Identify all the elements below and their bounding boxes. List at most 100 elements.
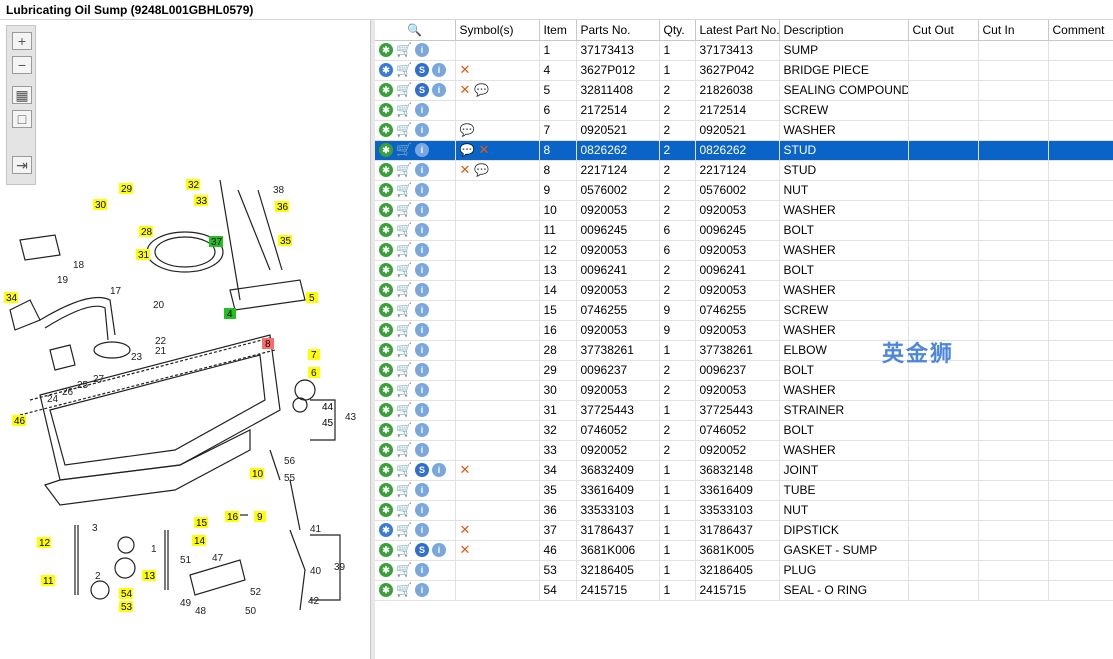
cart-icon[interactable]: 🛒 [396, 43, 412, 57]
cell-comment[interactable] [1048, 360, 1113, 381]
info-icon[interactable]: i [415, 323, 429, 337]
info-icon[interactable]: i [415, 123, 429, 137]
cart-icon[interactable]: 🛒 [396, 503, 412, 517]
table-row[interactable]: ✱ 🛒 i 28 37738261 1 37738261 ELBOW [375, 340, 1113, 361]
comment-bubble-icon[interactable]: 💬 [460, 123, 475, 137]
gear-icon[interactable]: ✱ [379, 583, 393, 597]
cell-comment[interactable] [1048, 440, 1113, 461]
cart-icon[interactable]: 🛒 [396, 403, 412, 417]
table-row[interactable]: ✱ 🛒 i ✕ 37 31786437 1 31786437 DIPSTICK [375, 520, 1113, 541]
table-row[interactable]: ✱ 🛒 i 29 0096237 2 0096237 BOLT [375, 360, 1113, 381]
cart-icon[interactable]: 🛒 [396, 463, 412, 477]
cell-cut-in[interactable] [978, 320, 1049, 341]
cart-icon[interactable]: 🛒 [396, 143, 412, 157]
cell-cut-in[interactable] [978, 540, 1049, 561]
info-icon[interactable]: i [432, 543, 446, 557]
gear-icon[interactable]: ✱ [379, 543, 393, 557]
cell-cut-out[interactable] [908, 140, 979, 161]
info-icon[interactable]: i [415, 183, 429, 197]
cell-comment[interactable] [1048, 560, 1113, 581]
actual-size-icon[interactable]: □ [12, 110, 32, 128]
gear-icon[interactable]: ✱ [379, 283, 393, 297]
cell-cut-in[interactable] [978, 260, 1049, 281]
cell-cut-in[interactable] [978, 180, 1049, 201]
table-row[interactable]: ✱ 🛒 Si ✕ 4 3627P012 1 3627P042 BRIDGE PIECE [375, 60, 1113, 81]
cell-comment[interactable] [1048, 300, 1113, 321]
cell-comment[interactable] [1048, 320, 1113, 341]
gear-icon[interactable]: ✱ [379, 443, 393, 457]
supersession-icon[interactable]: S [415, 83, 429, 97]
cell-cut-in[interactable] [978, 400, 1049, 421]
cross-icon[interactable]: ✕ [460, 522, 471, 537]
gear-icon[interactable]: ✱ [379, 483, 393, 497]
table-row[interactable]: ✱ 🛒 i 54 2415715 1 2415715 SEAL - O RING [375, 580, 1113, 601]
supersession-icon[interactable]: S [415, 63, 429, 77]
gear-icon[interactable]: ✱ [379, 103, 393, 117]
table-row[interactable]: ✱ 🛒 i 10 0920053 2 0920053 WASHER [375, 200, 1113, 221]
column-header-comment[interactable]: Comment [1048, 20, 1113, 41]
cell-cut-out[interactable] [908, 280, 979, 301]
table-row[interactable]: ✱ 🛒 Si ✕ 34 36832409 1 36832148 JOINT [375, 460, 1113, 481]
cell-cut-in[interactable] [978, 300, 1049, 321]
gear-icon[interactable]: ✱ [379, 503, 393, 517]
cell-cut-out[interactable] [908, 520, 979, 541]
cell-cut-out[interactable] [908, 480, 979, 501]
info-icon[interactable]: i [415, 363, 429, 377]
cart-icon[interactable]: 🛒 [396, 223, 412, 237]
cart-icon[interactable]: 🛒 [396, 583, 412, 597]
cart-icon[interactable]: 🛒 [396, 423, 412, 437]
gear-icon[interactable]: ✱ [379, 243, 393, 257]
gear-icon[interactable]: ✱ [379, 303, 393, 317]
cell-comment[interactable] [1048, 540, 1113, 561]
table-row[interactable]: ✱ 🛒 i 32 0746052 2 0746052 BOLT [375, 420, 1113, 441]
gear-icon[interactable]: ✱ [379, 183, 393, 197]
table-row[interactable]: ✱ 🛒 i 30 0920053 2 0920053 WASHER [375, 380, 1113, 401]
cell-comment[interactable] [1048, 120, 1113, 141]
comment-bubble-icon[interactable]: 💬 [474, 83, 489, 97]
cell-cut-in[interactable] [978, 220, 1049, 241]
info-icon[interactable]: i [415, 443, 429, 457]
cart-icon[interactable]: 🛒 [396, 303, 412, 317]
cell-comment[interactable] [1048, 460, 1113, 481]
column-header-item[interactable]: Item [539, 20, 577, 41]
cell-cut-in[interactable] [978, 500, 1049, 521]
cart-icon[interactable]: 🛒 [396, 363, 412, 377]
gear-icon[interactable]: ✱ [379, 143, 393, 157]
info-icon[interactable]: i [432, 463, 446, 477]
cell-cut-out[interactable] [908, 580, 979, 601]
table-row[interactable]: ✱ 🛒 i 💬 7 0920521 2 0920521 WASHER [375, 120, 1113, 141]
cell-cut-out[interactable] [908, 300, 979, 321]
cart-icon[interactable]: 🛒 [396, 163, 412, 177]
cart-icon[interactable]: 🛒 [396, 203, 412, 217]
cell-cut-out[interactable] [908, 100, 979, 121]
table-row[interactable]: ✱ 🛒 i 9 0576002 2 0576002 NUT [375, 180, 1113, 201]
info-icon[interactable]: i [415, 523, 429, 537]
cart-icon[interactable]: 🛒 [396, 63, 412, 77]
cart-icon[interactable]: 🛒 [396, 563, 412, 577]
cart-icon[interactable]: 🛒 [396, 283, 412, 297]
cell-cut-in[interactable] [978, 40, 1049, 61]
column-header-latest-part-no[interactable]: Latest Part No. [695, 20, 780, 41]
cell-cut-in[interactable] [978, 60, 1049, 81]
gear-icon[interactable]: ✱ [379, 83, 393, 97]
info-icon[interactable]: i [415, 43, 429, 57]
cart-icon[interactable]: 🛒 [396, 343, 412, 357]
cell-comment[interactable] [1048, 200, 1113, 221]
cell-comment[interactable] [1048, 280, 1113, 301]
cell-cut-out[interactable] [908, 160, 979, 181]
column-header-cut-in[interactable]: Cut In [978, 20, 1049, 41]
table-row[interactable]: ✱ 🛒 i 13 0096241 2 0096241 BOLT [375, 260, 1113, 281]
cart-icon[interactable]: 🛒 [396, 543, 412, 557]
info-icon[interactable]: i [432, 63, 446, 77]
zoom-out-icon[interactable]: − [12, 56, 32, 74]
cell-cut-in[interactable] [978, 120, 1049, 141]
info-icon[interactable]: i [415, 483, 429, 497]
cell-comment[interactable] [1048, 100, 1113, 121]
table-row[interactable]: ✱ 🛒 i 6 2172514 2 2172514 SCREW [375, 100, 1113, 121]
gear-icon[interactable]: ✱ [379, 203, 393, 217]
cell-cut-in[interactable] [978, 160, 1049, 181]
table-row[interactable]: ✱ 🛒 i 15 0746255 9 0746255 SCREW [375, 300, 1113, 321]
cell-cut-in[interactable] [978, 440, 1049, 461]
cross-icon[interactable]: ✕ [460, 162, 471, 177]
cell-comment[interactable] [1048, 480, 1113, 501]
